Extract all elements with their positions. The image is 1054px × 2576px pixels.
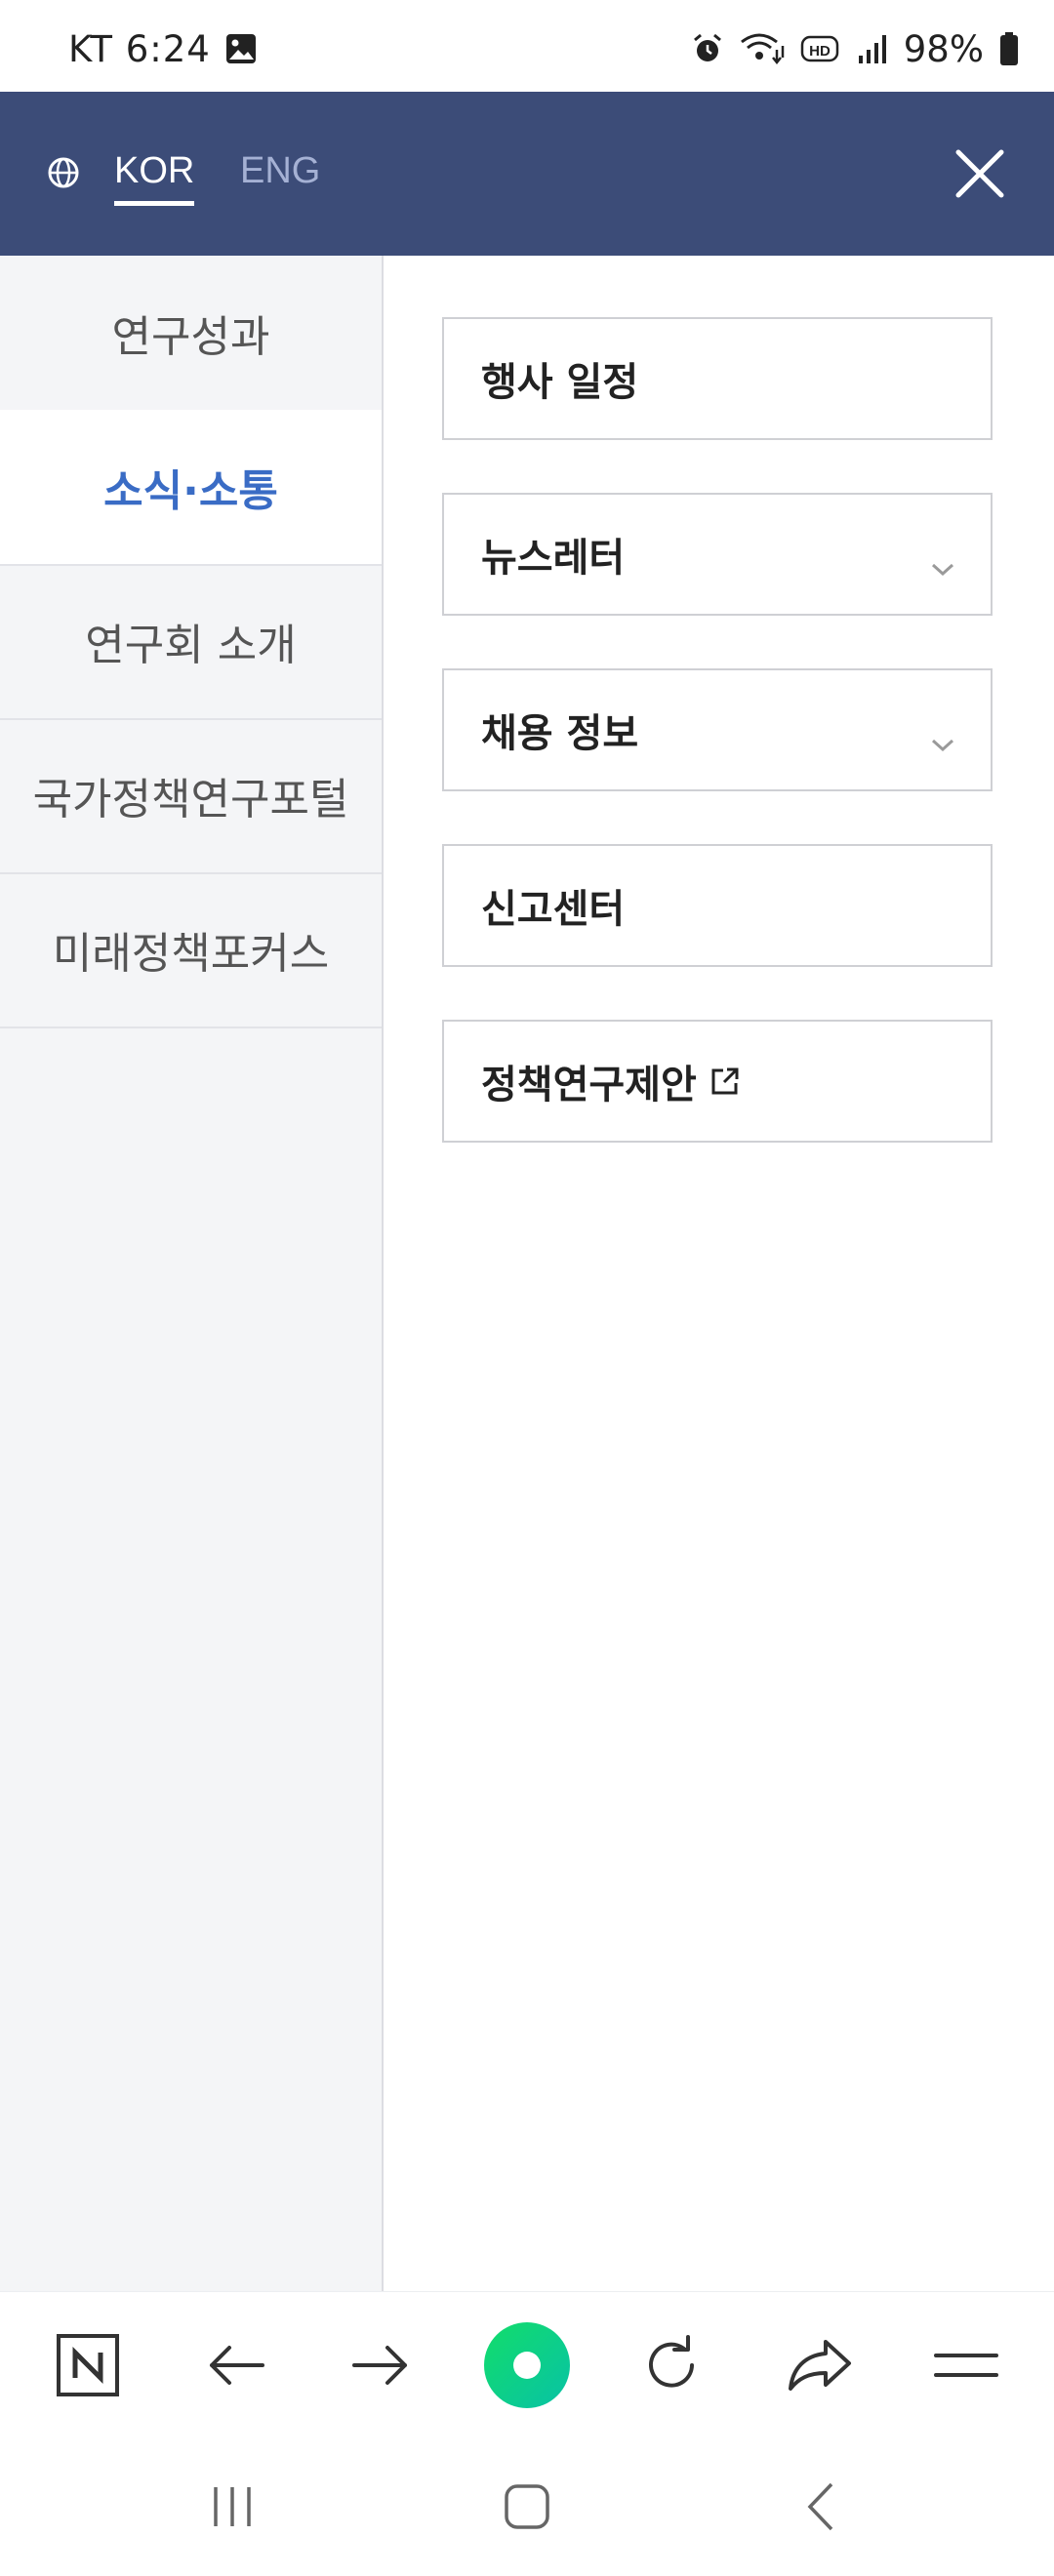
carrier-time: KT 6:24 (68, 27, 211, 70)
lang-kor-tab[interactable]: KOR (114, 150, 195, 206)
naver-home-icon[interactable] (39, 2292, 137, 2438)
submenu-label: 채용 정보 (481, 711, 639, 756)
lang-eng-tab[interactable]: ENG (240, 150, 320, 192)
menu-item-policy-portal[interactable]: 국가정책연구포털 (0, 718, 382, 874)
home-icon[interactable] (468, 2437, 586, 2576)
system-nav-bar (0, 2437, 1054, 2576)
chevron-down-icon (930, 720, 955, 765)
status-bar: KT 6:24 HD 98% (0, 0, 1054, 92)
menu-item-research-results[interactable]: 연구성과 (0, 256, 382, 412)
battery-icon (999, 31, 1019, 66)
submenu-report-center[interactable]: 신고센터 (442, 844, 993, 967)
back-arrow-icon[interactable] (187, 2292, 285, 2438)
menu-item-future-policy[interactable]: 미래정책포커스 (0, 872, 382, 1028)
share-icon[interactable] (771, 2292, 869, 2438)
svg-text:HD: HD (809, 43, 831, 60)
submenu-label: 행사 일정 (481, 360, 639, 405)
image-icon (224, 32, 258, 65)
battery-percent: 98% (903, 27, 984, 70)
submenu-label: 신고센터 (481, 887, 626, 932)
close-icon[interactable] (953, 146, 1007, 201)
submenu-label: 정책연구제안 (481, 1063, 697, 1107)
submenu-policy-proposal[interactable]: 정책연구제안 (442, 1020, 993, 1143)
green-dot-icon[interactable] (478, 2292, 576, 2438)
submenu-newsletter[interactable]: 뉴스레터 (442, 493, 993, 616)
alarm-icon (691, 32, 724, 65)
status-left: KT 6:24 (68, 27, 258, 70)
menu-header: KOR ENG (0, 92, 1054, 256)
primary-menu: 연구성과 소식·소통 연구회 소개 국가정책연구포털 미래정책포커스 (0, 256, 384, 2291)
recent-apps-icon[interactable] (174, 2437, 291, 2576)
submenu-recruitment[interactable]: 채용 정보 (442, 668, 993, 791)
signal-icon (855, 32, 888, 65)
wifi-icon (740, 32, 785, 65)
menu-icon[interactable] (917, 2292, 1015, 2438)
submenu-event-schedule[interactable]: 행사 일정 (442, 317, 993, 440)
browser-toolbar (0, 2291, 1054, 2438)
menu-item-news-communication[interactable]: 소식·소통 (0, 410, 382, 566)
back-icon[interactable] (763, 2437, 880, 2576)
menu-item-council-intro[interactable]: 연구회 소개 (0, 564, 382, 720)
globe-icon (47, 156, 80, 193)
hd-icon: HD (800, 34, 839, 63)
forward-arrow-icon[interactable] (332, 2292, 429, 2438)
external-link-icon (709, 1065, 742, 1098)
refresh-icon[interactable] (623, 2292, 720, 2438)
submenu-label: 뉴스레터 (481, 536, 626, 581)
status-right: HD 98% (691, 27, 1019, 70)
chevron-down-icon (930, 544, 955, 589)
